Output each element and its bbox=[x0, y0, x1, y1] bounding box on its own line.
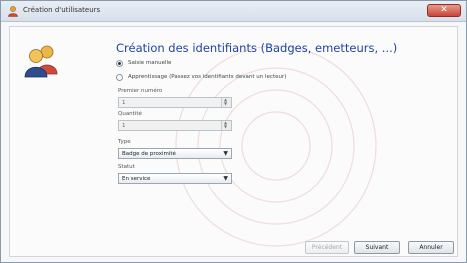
page-title: Création des identifiants (Badges, emett… bbox=[116, 41, 398, 55]
dialog-window: Création d'utilisateurs ✕ Création des i… bbox=[0, 0, 467, 263]
cancel-button[interactable]: Annuler bbox=[408, 241, 454, 254]
status-label: Statut bbox=[118, 164, 135, 170]
type-value: Badge de proximité bbox=[122, 151, 176, 157]
users-icon bbox=[24, 45, 58, 78]
next-button[interactable]: Suivant bbox=[354, 241, 400, 254]
quantity-stepper[interactable]: 1 ▲ ▼ bbox=[118, 120, 232, 131]
radio-manual-entry[interactable]: Saisie manuelle bbox=[116, 58, 171, 68]
stepper-buttons[interactable]: ▲ ▼ bbox=[221, 98, 231, 107]
close-icon: ✕ bbox=[440, 5, 448, 15]
chevron-down-icon: ▼ bbox=[223, 150, 228, 157]
quantity-label: Quantité bbox=[118, 111, 142, 117]
radio-button[interactable] bbox=[116, 73, 123, 81]
type-label: Type bbox=[118, 139, 131, 145]
chevron-down-icon: ▼ bbox=[223, 175, 228, 182]
radio-selected-dot bbox=[118, 61, 121, 65]
chevron-down-icon[interactable]: ▼ bbox=[224, 102, 227, 106]
chevron-down-icon[interactable]: ▼ bbox=[224, 125, 227, 129]
user-icon bbox=[8, 6, 18, 17]
first-number-stepper[interactable]: 1 ▲ ▼ bbox=[118, 97, 232, 108]
close-button[interactable]: ✕ bbox=[427, 4, 461, 17]
title-bar: Création d'utilisateurs ✕ bbox=[1, 1, 466, 22]
previous-button[interactable]: Précédent bbox=[305, 241, 349, 254]
first-number-value: 1 bbox=[122, 100, 126, 106]
status-select[interactable]: En service ▼ bbox=[118, 173, 232, 184]
radio-button[interactable] bbox=[116, 59, 123, 67]
type-select[interactable]: Badge de proximité ▼ bbox=[118, 148, 232, 159]
radio-label: Saisie manuelle bbox=[128, 60, 172, 66]
radio-label: Apprentissage (Passez vos identifiants d… bbox=[128, 74, 287, 80]
status-value: En service bbox=[122, 176, 151, 182]
quantity-value: 1 bbox=[122, 123, 126, 129]
first-number-label: Premier numéro bbox=[118, 88, 163, 94]
window-title: Création d'utilisateurs bbox=[23, 6, 101, 14]
radio-learning[interactable]: Apprentissage (Passez vos identifiants d… bbox=[116, 72, 286, 82]
stepper-buttons[interactable]: ▲ ▼ bbox=[221, 121, 231, 130]
